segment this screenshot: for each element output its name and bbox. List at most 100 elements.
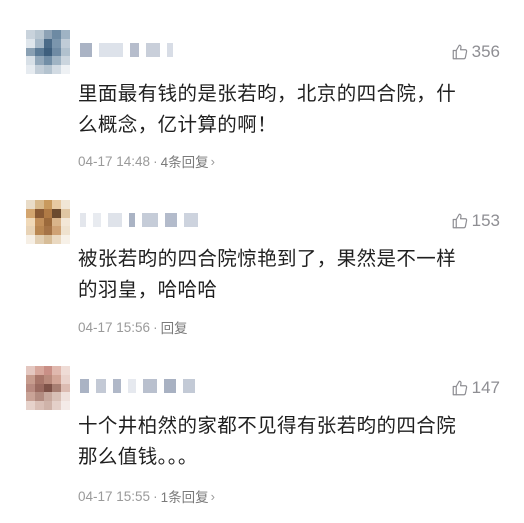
avatar-pixel <box>43 208 53 218</box>
reply-link[interactable]: 回复 <box>161 317 188 337</box>
avatar-pixel <box>52 47 62 57</box>
avatar[interactable] <box>26 200 70 244</box>
like-button[interactable]: 153 <box>451 211 500 231</box>
avatar-pixel <box>43 392 53 402</box>
avatar-pixel <box>26 374 35 384</box>
comment-text-line: 的羽皇，哈哈哈 <box>78 278 218 301</box>
avatar-pixel <box>52 200 62 209</box>
reply-link[interactable]: 4条回复 › <box>161 151 215 171</box>
avatar-pixel <box>52 235 62 244</box>
comment-text-line: 十个井柏然的家都不见得有张若昀的四合院 <box>78 414 457 437</box>
avatar-pixel <box>61 200 70 209</box>
avatar-pixel <box>52 30 62 39</box>
avatar-pixel <box>26 38 35 48</box>
reply-label: 4条回复 <box>160 155 209 170</box>
like-button[interactable]: 356 <box>451 42 500 62</box>
avatar-pixel <box>61 235 70 244</box>
avatar-pixel <box>26 56 35 66</box>
avatar-pixel <box>34 374 44 384</box>
username-blurred[interactable] <box>80 374 195 398</box>
avatar-pixel <box>52 38 62 48</box>
username-blurred[interactable] <box>80 208 198 232</box>
avatar-pixel <box>52 374 62 384</box>
like-button[interactable]: 147 <box>451 378 500 398</box>
avatar-pixel <box>34 65 44 74</box>
avatar-pixel <box>26 401 35 410</box>
timestamp: 04-17 15:56 <box>78 319 151 335</box>
avatar-pixel <box>52 383 62 393</box>
avatar[interactable] <box>26 30 70 74</box>
avatar-pixel <box>61 38 70 48</box>
avatar-pixel <box>52 56 62 66</box>
avatar-pixel <box>26 383 35 393</box>
avatar-pixel <box>43 401 53 410</box>
timestamp: 04-17 15:55 <box>78 488 151 504</box>
avatar-pixel <box>52 392 62 402</box>
avatar-pixel <box>26 392 35 402</box>
reply-label: 1条回复 <box>160 490 209 505</box>
avatar-pixel <box>43 47 53 57</box>
chevron-right-icon: › <box>210 153 215 169</box>
avatar-pixel <box>43 30 53 39</box>
separator-dot: · <box>153 153 158 169</box>
avatar-pixel <box>34 392 44 402</box>
avatar-pixel <box>52 65 62 74</box>
avatar-pixel <box>34 401 44 410</box>
avatar-pixel <box>34 383 44 393</box>
avatar-pixel <box>34 366 44 375</box>
reply-label: 回复 <box>160 321 188 336</box>
avatar-pixel <box>61 47 70 57</box>
avatar-pixel <box>26 65 35 74</box>
avatar-pixel <box>61 65 70 74</box>
username-blurred[interactable] <box>80 38 173 62</box>
comment-text-line: 那么值钱。。。 <box>78 445 198 468</box>
avatar-pixel <box>61 374 70 384</box>
chevron-right-icon: › <box>210 488 215 504</box>
avatar-pixel <box>34 38 44 48</box>
avatar[interactable] <box>26 366 70 410</box>
avatar-pixel <box>43 217 53 227</box>
comment-meta: 04-17 15:56 · 回复 <box>78 317 188 337</box>
avatar-pixel <box>61 383 70 393</box>
avatar-pixel <box>61 217 70 227</box>
avatar-pixel <box>43 366 53 375</box>
avatar-pixel <box>43 374 53 384</box>
comment-text: 里面最有钱的是张若昀，北京的四合院，什 么概念，亿计算的啊！ <box>78 78 498 140</box>
thumbs-up-icon <box>451 43 469 61</box>
avatar-pixel <box>43 65 53 74</box>
timestamp: 04-17 14:48 <box>78 153 151 169</box>
avatar-pixel <box>34 235 44 244</box>
avatar-pixel <box>34 30 44 39</box>
avatar-pixel <box>61 401 70 410</box>
avatar-pixel <box>26 208 35 218</box>
comment-text: 被张若昀的四合院惊艳到了，果然是不一样 的羽皇，哈哈哈 <box>78 243 498 305</box>
avatar-pixel <box>61 366 70 375</box>
thumbs-up-icon <box>451 379 469 397</box>
avatar-pixel <box>34 200 44 209</box>
comment-text-line: 里面最有钱的是张若昀，北京的四合院，什 <box>78 82 457 105</box>
avatar-pixel <box>43 383 53 393</box>
avatar-pixel <box>52 217 62 227</box>
reply-link[interactable]: 1条回复 › <box>161 486 215 506</box>
separator-dot: · <box>153 488 158 504</box>
avatar-pixel <box>52 208 62 218</box>
avatar-pixel <box>43 56 53 66</box>
comment-text: 十个井柏然的家都不见得有张若昀的四合院 那么值钱。。。 <box>78 410 498 472</box>
avatar-pixel <box>43 226 53 236</box>
like-count: 147 <box>471 378 500 397</box>
avatar-pixel <box>34 56 44 66</box>
comment-text-line: 么概念，亿计算的啊！ <box>78 113 278 136</box>
avatar-pixel <box>26 366 35 375</box>
comment-meta: 04-17 14:48 · 4条回复 › <box>78 151 215 171</box>
avatar-pixel <box>34 47 44 57</box>
avatar-pixel <box>43 200 53 209</box>
separator-dot: · <box>153 319 158 335</box>
avatar-pixel <box>61 392 70 402</box>
avatar-pixel <box>26 200 35 209</box>
avatar-pixel <box>61 56 70 66</box>
avatar-pixel <box>61 30 70 39</box>
avatar-pixel <box>43 235 53 244</box>
avatar-pixel <box>26 47 35 57</box>
avatar-pixel <box>34 208 44 218</box>
avatar-pixel <box>34 226 44 236</box>
